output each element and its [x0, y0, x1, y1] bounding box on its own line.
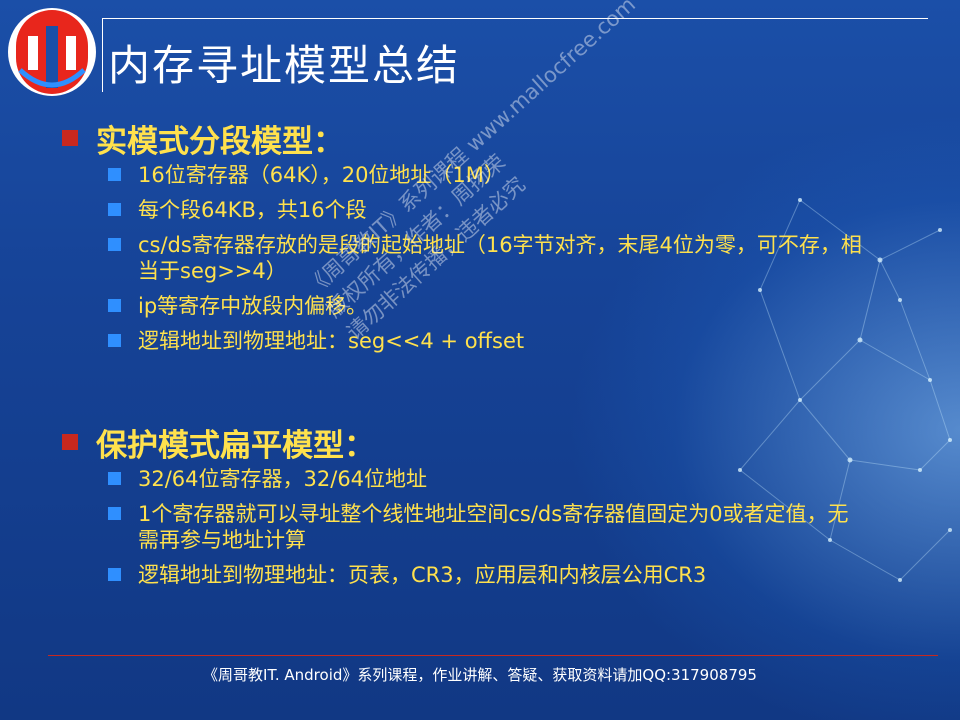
section-title: 保护模式扁平模型：	[96, 427, 375, 464]
blue-square-bullet-icon	[108, 203, 121, 216]
blue-square-bullet-icon	[108, 238, 121, 251]
page-title: 内存寻址模型总结	[108, 41, 461, 90]
blue-square-bullet-icon	[108, 168, 121, 181]
list-item: ip等寄存中放段内偏移。	[108, 293, 868, 319]
list-item: 32/64位寄存器，32/64位地址	[108, 466, 868, 492]
footer-rule	[48, 655, 938, 656]
section-title: 实模式分段模型：	[96, 123, 344, 160]
blue-square-bullet-icon	[108, 507, 121, 520]
title-rule-vertical	[102, 18, 103, 92]
list-item: 1个寄存器就可以寻址整个线性地址空间cs/ds寄存器值固定为0或者定值，无需再参…	[108, 501, 868, 553]
blue-square-bullet-icon	[108, 334, 121, 347]
list-item: 逻辑地址到物理地址：seg<<4 + offset	[108, 328, 868, 354]
mallocfree-logo-icon	[8, 8, 96, 96]
bullet-list: 32/64位寄存器，32/64位地址 1个寄存器就可以寻址整个线性地址空间cs/…	[108, 466, 922, 588]
list-item: cs/ds寄存器存放的是段的起始地址（16字节对齐，末尾4位为零，可不存，相当于…	[108, 232, 868, 284]
section-heading: 保护模式扁平模型：	[62, 422, 922, 464]
footer-text: 《周哥教IT. Android》系列课程，作业讲解、答疑、获取资料请加QQ:31…	[203, 666, 757, 684]
section-protected-mode: 保护模式扁平模型： 32/64位寄存器，32/64位地址 1个寄存器就可以寻址整…	[62, 422, 922, 597]
blue-square-bullet-icon	[108, 299, 121, 312]
list-item: 逻辑地址到物理地址：页表，CR3，应用层和内核层公用CR3	[108, 562, 868, 588]
blue-square-bullet-icon	[108, 568, 121, 581]
blue-square-bullet-icon	[108, 472, 121, 485]
red-square-bullet-icon	[62, 434, 78, 450]
slide: 内存寻址模型总结 实模式分段模型： 16位寄存器（64K），20位地址（1M） …	[0, 0, 960, 720]
red-square-bullet-icon	[62, 130, 78, 146]
title-rule	[102, 18, 928, 19]
